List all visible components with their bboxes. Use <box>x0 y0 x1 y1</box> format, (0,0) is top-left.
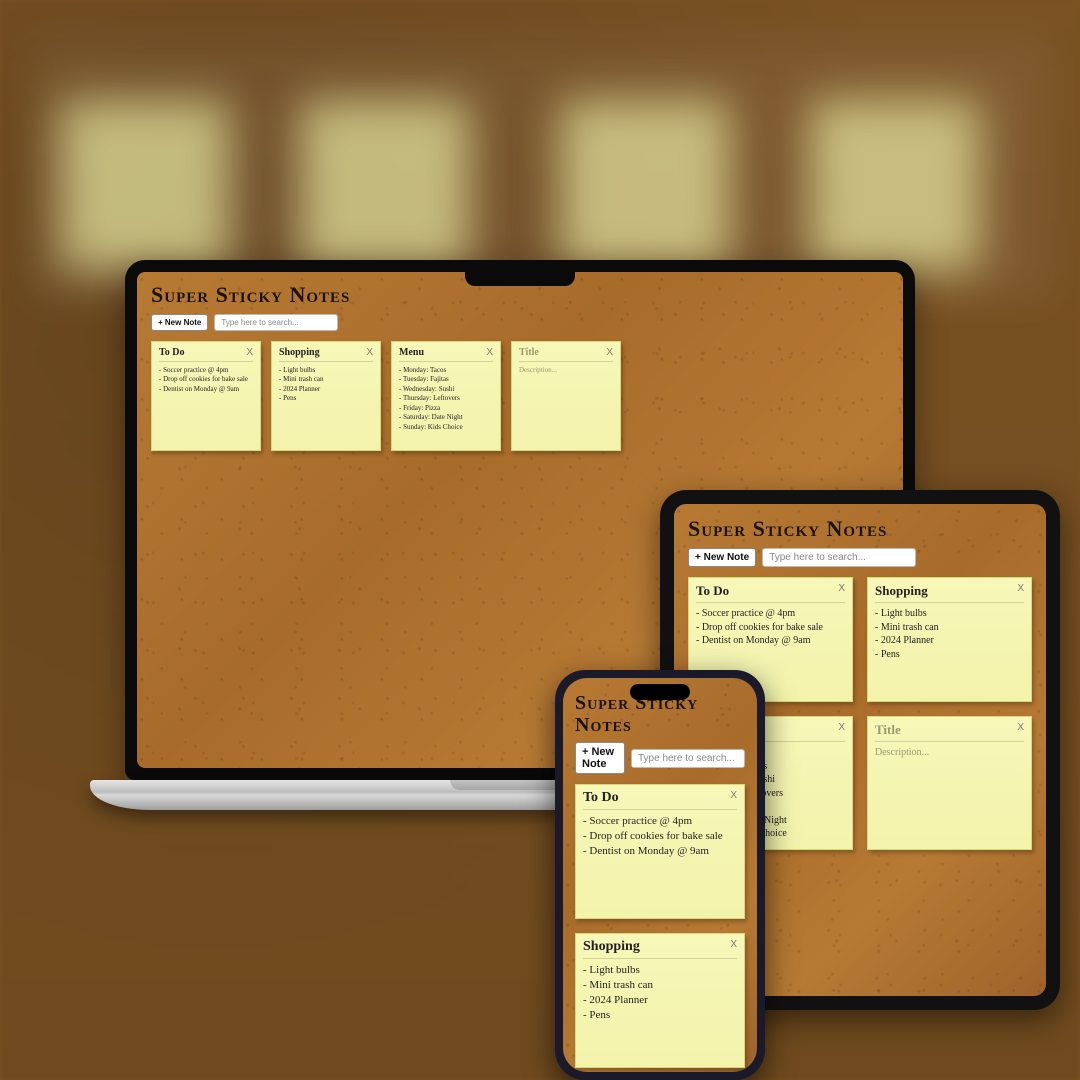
new-note-button[interactable]: + New Note <box>575 742 625 774</box>
search-input[interactable]: Type here to search... <box>214 314 338 331</box>
sticky-note[interactable]: Shopping X - Light bulbs - Mini trash ca… <box>867 577 1032 702</box>
sticky-note[interactable]: Shopping X - Light bulbs - Mini trash ca… <box>575 933 745 1068</box>
app-title: Super Sticky Notes <box>688 516 1032 542</box>
note-title-placeholder[interactable]: Title <box>875 722 901 738</box>
close-icon[interactable]: X <box>838 583 845 594</box>
sticky-note[interactable]: Menu X - Monday: Tacos - Tuesday: Fajita… <box>391 341 501 451</box>
close-icon[interactable]: X <box>1017 583 1024 594</box>
notes-container: To Do X - Soccer practice @ 4pm - Drop o… <box>575 784 745 1072</box>
toolbar: + New Note Type here to search... <box>151 314 889 331</box>
note-body[interactable]: - Soccer practice @ 4pm - Drop off cooki… <box>696 607 845 648</box>
search-input[interactable]: Type here to search... <box>762 548 916 567</box>
background-note <box>560 100 730 270</box>
search-input[interactable]: Type here to search... <box>631 749 745 768</box>
note-body[interactable]: - Light bulbs - Mini trash can - 2024 Pl… <box>279 366 373 404</box>
background-note <box>810 100 980 270</box>
note-title[interactable]: To Do <box>696 583 729 599</box>
note-body-placeholder[interactable]: Description... <box>875 746 1024 760</box>
new-note-button[interactable]: + New Note <box>688 548 756 567</box>
close-icon[interactable]: X <box>730 939 737 950</box>
toolbar: + New Note Type here to search... <box>688 548 1032 567</box>
phone-dynamic-island <box>630 684 690 700</box>
phone-screen: Super Sticky Notes + New Note Type here … <box>563 678 757 1072</box>
phone-mockup: Super Sticky Notes + New Note Type here … <box>555 670 765 1080</box>
note-title[interactable]: Shopping <box>875 583 928 599</box>
new-note-button[interactable]: + New Note <box>151 314 208 331</box>
close-icon[interactable]: X <box>606 347 613 358</box>
close-icon[interactable]: X <box>486 347 493 358</box>
note-title[interactable]: Menu <box>399 347 424 358</box>
note-title[interactable]: To Do <box>159 347 184 358</box>
close-icon[interactable]: X <box>246 347 253 358</box>
close-icon[interactable]: X <box>1017 722 1024 733</box>
sticky-note[interactable]: To Do X - Soccer practice @ 4pm - Drop o… <box>151 341 261 451</box>
note-title[interactable]: Shopping <box>583 939 640 955</box>
close-icon[interactable]: X <box>730 790 737 801</box>
sticky-notes-app: Super Sticky Notes + New Note Type here … <box>563 678 757 1072</box>
toolbar: + New Note Type here to search... <box>575 742 745 774</box>
note-body[interactable]: - Light bulbs - Mini trash can - 2024 Pl… <box>583 963 737 1022</box>
note-body[interactable]: - Soccer practice @ 4pm - Drop off cooki… <box>159 366 253 394</box>
background-note <box>300 100 470 270</box>
close-icon[interactable]: X <box>838 722 845 733</box>
background-note <box>60 100 230 270</box>
sticky-note[interactable]: Shopping X - Light bulbs - Mini trash ca… <box>271 341 381 451</box>
sticky-note-empty[interactable]: Title X Description... <box>511 341 621 451</box>
note-body[interactable]: - Light bulbs - Mini trash can - 2024 Pl… <box>875 607 1024 661</box>
note-title[interactable]: To Do <box>583 790 619 806</box>
laptop-notch <box>465 272 575 286</box>
note-title[interactable]: Shopping <box>279 347 320 358</box>
note-title-placeholder[interactable]: Title <box>519 347 539 358</box>
notes-container: To Do X - Soccer practice @ 4pm - Drop o… <box>151 341 889 451</box>
note-body-placeholder[interactable]: Description... <box>519 366 613 375</box>
sticky-note[interactable]: To Do X - Soccer practice @ 4pm - Drop o… <box>575 784 745 919</box>
close-icon[interactable]: X <box>366 347 373 358</box>
sticky-note-empty[interactable]: Title X Description... <box>867 716 1032 850</box>
note-body[interactable]: - Soccer practice @ 4pm - Drop off cooki… <box>583 814 737 859</box>
note-body[interactable]: - Monday: Tacos - Tuesday: Fajitas - Wed… <box>399 366 493 432</box>
